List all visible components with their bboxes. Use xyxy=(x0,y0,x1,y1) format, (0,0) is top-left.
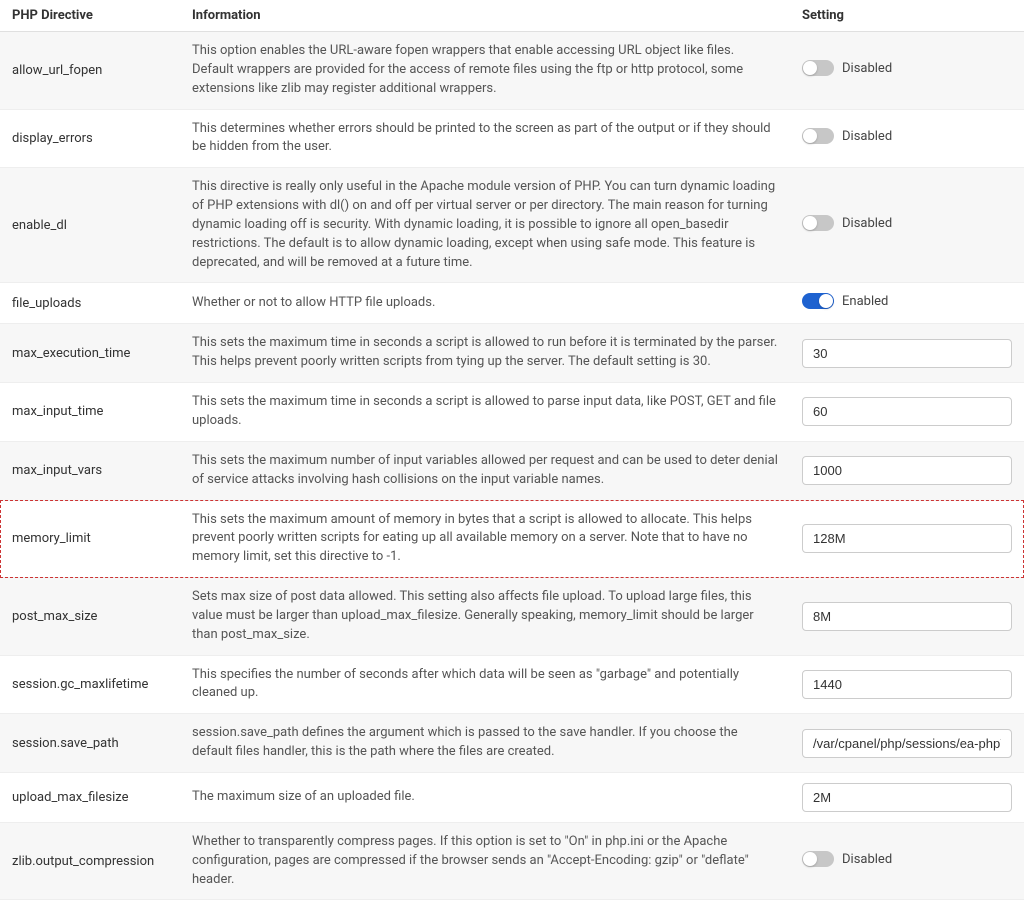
table-row: max_execution_timeThis sets the maximum … xyxy=(0,324,1024,383)
directive-setting-cell xyxy=(790,324,1024,383)
directive-information: This sets the maximum amount of memory i… xyxy=(180,500,790,578)
table-row: file_uploadsWhether or not to allow HTTP… xyxy=(0,283,1024,324)
table-row: upload_max_filesizeThe maximum size of a… xyxy=(0,772,1024,822)
toggle-allow-url-fopen[interactable]: Disabled xyxy=(802,60,892,76)
directive-setting-cell: Disabled xyxy=(790,109,1024,168)
toggle-display-errors[interactable]: Disabled xyxy=(802,128,892,144)
table-row: allow_url_fopenThis option enables the U… xyxy=(0,32,1024,110)
directive-information: This sets the maximum time in seconds a … xyxy=(180,324,790,383)
toggle-knob xyxy=(803,129,817,143)
directive-information: Whether or not to allow HTTP file upload… xyxy=(180,283,790,324)
toggle-zlib-output-compression[interactable]: Disabled xyxy=(802,851,892,867)
input-max-input-vars[interactable] xyxy=(802,456,1012,485)
directive-information: This option enables the URL-aware fopen … xyxy=(180,32,790,110)
input-session-gc-maxlifetime[interactable] xyxy=(802,670,1012,699)
directive-information: Whether to transparently compress pages.… xyxy=(180,822,790,900)
table-row: zlib.output_compressionWhether to transp… xyxy=(0,822,1024,900)
toggle-file-uploads[interactable]: Enabled xyxy=(802,293,888,309)
table-header-row: PHP Directive Information Setting xyxy=(0,0,1024,32)
toggle-track[interactable] xyxy=(802,215,834,231)
toggle-knob xyxy=(803,852,817,866)
directive-setting-cell xyxy=(790,383,1024,442)
directive-name: max_input_vars xyxy=(0,441,180,500)
toggle-label: Disabled xyxy=(842,61,892,76)
php-directives-table: PHP Directive Information Setting allow_… xyxy=(0,0,1024,900)
input-session-save-path[interactable] xyxy=(802,729,1012,758)
table-row: enable_dlThis directive is really only u… xyxy=(0,168,1024,283)
directive-information: session.save_path defines the argument w… xyxy=(180,714,790,773)
directive-information: This directive is really only useful in … xyxy=(180,168,790,283)
input-max-execution-time[interactable] xyxy=(802,339,1012,368)
directive-name: enable_dl xyxy=(0,168,180,283)
input-upload-max-filesize[interactable] xyxy=(802,783,1012,812)
input-post-max-size[interactable] xyxy=(802,602,1012,631)
directive-setting-cell xyxy=(790,655,1024,714)
toggle-label: Enabled xyxy=(842,294,888,309)
toggle-knob xyxy=(803,61,817,75)
directive-name: file_uploads xyxy=(0,283,180,324)
column-header-information: Information xyxy=(180,0,790,32)
directive-name: zlib.output_compression xyxy=(0,822,180,900)
toggle-enable-dl[interactable]: Disabled xyxy=(802,215,892,231)
directive-information: This sets the maximum time in seconds a … xyxy=(180,383,790,442)
directive-name: upload_max_filesize xyxy=(0,772,180,822)
toggle-track[interactable] xyxy=(802,293,834,309)
toggle-label: Disabled xyxy=(842,129,892,144)
directive-information: This sets the maximum number of input va… xyxy=(180,441,790,500)
table-row: session.save_pathsession.save_path defin… xyxy=(0,714,1024,773)
directive-name: post_max_size xyxy=(0,578,180,656)
directive-name: max_input_time xyxy=(0,383,180,442)
directive-setting-cell xyxy=(790,772,1024,822)
toggle-knob xyxy=(819,294,833,308)
table-row: session.gc_maxlifetimeThis specifies the… xyxy=(0,655,1024,714)
directive-name: max_execution_time xyxy=(0,324,180,383)
directive-information: The maximum size of an uploaded file. xyxy=(180,772,790,822)
directive-setting-cell xyxy=(790,500,1024,578)
column-header-setting: Setting xyxy=(790,0,1024,32)
toggle-track[interactable] xyxy=(802,60,834,76)
table-row: post_max_sizeSets max size of post data … xyxy=(0,578,1024,656)
toggle-label: Disabled xyxy=(842,216,892,231)
directive-setting-cell: Enabled xyxy=(790,283,1024,324)
table-row: display_errorsThis determines whether er… xyxy=(0,109,1024,168)
input-memory-limit[interactable] xyxy=(802,524,1012,553)
directive-name: memory_limit xyxy=(0,500,180,578)
directive-information: This determines whether errors should be… xyxy=(180,109,790,168)
directive-name: session.gc_maxlifetime xyxy=(0,655,180,714)
directive-setting-cell xyxy=(790,714,1024,773)
directive-information: Sets max size of post data allowed. This… xyxy=(180,578,790,656)
input-max-input-time[interactable] xyxy=(802,397,1012,426)
directive-information: This specifies the number of seconds aft… xyxy=(180,655,790,714)
table-row: memory_limitThis sets the maximum amount… xyxy=(0,500,1024,578)
directive-name: display_errors xyxy=(0,109,180,168)
toggle-track[interactable] xyxy=(802,128,834,144)
directive-setting-cell: Disabled xyxy=(790,168,1024,283)
toggle-label: Disabled xyxy=(842,852,892,867)
toggle-knob xyxy=(803,216,817,230)
directive-setting-cell xyxy=(790,441,1024,500)
table-row: max_input_timeThis sets the maximum time… xyxy=(0,383,1024,442)
directive-setting-cell xyxy=(790,578,1024,656)
directive-setting-cell: Disabled xyxy=(790,32,1024,110)
toggle-track[interactable] xyxy=(802,851,834,867)
directive-setting-cell: Disabled xyxy=(790,822,1024,900)
directive-name: session.save_path xyxy=(0,714,180,773)
table-row: max_input_varsThis sets the maximum numb… xyxy=(0,441,1024,500)
directive-name: allow_url_fopen xyxy=(0,32,180,110)
column-header-directive: PHP Directive xyxy=(0,0,180,32)
